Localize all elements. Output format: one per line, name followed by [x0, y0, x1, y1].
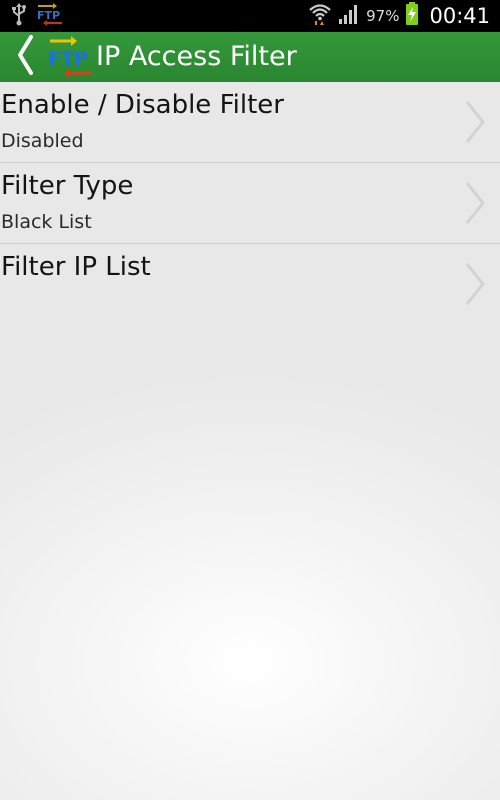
pref-enable-disable-filter[interactable]: Enable / Disable Filter Disabled [0, 82, 500, 163]
notification-icons: FTP [10, 2, 64, 30]
chevron-right-icon [464, 100, 486, 144]
ftp-logo-icon[interactable]: FTP [46, 34, 96, 78]
usb-icon [10, 2, 28, 30]
battery-charging-icon [405, 2, 419, 30]
page-title: IP Access Filter [96, 41, 297, 72]
chevron-left-icon [15, 34, 35, 80]
svg-text:FTP: FTP [37, 9, 60, 22]
signal-icon [338, 3, 360, 29]
pref-title: Filter Type [1, 171, 134, 201]
wifi-icon [308, 2, 332, 30]
preference-list: Enable / Disable Filter Disabled Filter … [0, 82, 500, 800]
clock: 00:41 [429, 4, 490, 28]
system-icons: 97% 00:41 [308, 0, 490, 32]
logo-text: FTP [48, 48, 88, 70]
battery-percent: 97% [366, 7, 400, 25]
status-bar: FTP 97% 00:41 [0, 0, 500, 32]
pref-summary: Black List [1, 211, 92, 233]
pref-filter-type[interactable]: Filter Type Black List [0, 163, 500, 244]
action-bar: FTP IP Access Filter [0, 32, 500, 83]
chevron-right-icon [464, 262, 486, 306]
ftp-notification-icon: FTP [36, 2, 64, 30]
chevron-right-icon [464, 181, 486, 225]
pref-filter-ip-list[interactable]: Filter IP List [0, 244, 500, 324]
pref-summary: Disabled [1, 130, 84, 152]
pref-title: Enable / Disable Filter [1, 90, 284, 120]
pref-title: Filter IP List [1, 252, 151, 282]
back-button[interactable] [8, 35, 42, 79]
